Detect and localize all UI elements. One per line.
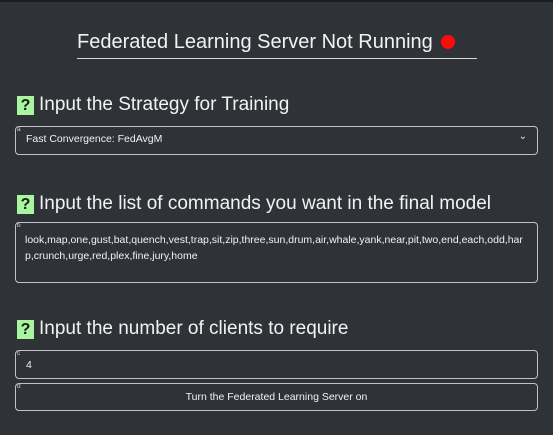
help-icon[interactable]: ?	[17, 320, 34, 339]
help-icon[interactable]: ?	[17, 96, 34, 115]
clients-input[interactable]: c 4	[15, 350, 538, 379]
commands-heading: ? Input the list of commands you want in …	[17, 193, 491, 215]
top-border	[0, 0, 553, 2]
start-server-button-label: Turn the Federated Learning Server on	[185, 391, 368, 403]
field-tag: c	[17, 350, 21, 357]
server-status-text: Federated Learning Server Not Running	[77, 31, 433, 53]
commands-textarea[interactable]: b look,map,one,gust,bat,quench,vest,trap…	[15, 222, 538, 283]
commands-value: look,map,one,gust,bat,quench,vest,trap,s…	[25, 234, 523, 262]
chevron-down-icon: ⌄	[518, 131, 527, 142]
strategy-heading-text: Input the Strategy for Training	[39, 94, 290, 115]
start-server-button[interactable]: d Turn the Federated Learning Server on	[15, 383, 538, 411]
strategy-heading: ? Input the Strategy for Training	[17, 94, 289, 116]
field-tag: b	[17, 222, 21, 229]
strategy-selected-value: Fast Convergence: FedAvgM	[26, 133, 163, 145]
help-icon[interactable]: ?	[17, 195, 34, 214]
status-indicator-icon	[440, 35, 455, 49]
commands-heading-text: Input the list of commands you want in t…	[39, 193, 492, 214]
server-status-title: Federated Learning Server Not Running	[77, 28, 477, 59]
strategy-select[interactable]: a Fast Convergence: FedAvgM ⌄	[15, 126, 538, 155]
clients-heading-text: Input the number of clients to require	[39, 318, 349, 339]
clients-value: 4	[26, 359, 32, 371]
clients-heading: ? Input the number of clients to require	[17, 318, 348, 340]
field-tag: a	[17, 126, 21, 133]
field-tag: d	[17, 383, 21, 390]
